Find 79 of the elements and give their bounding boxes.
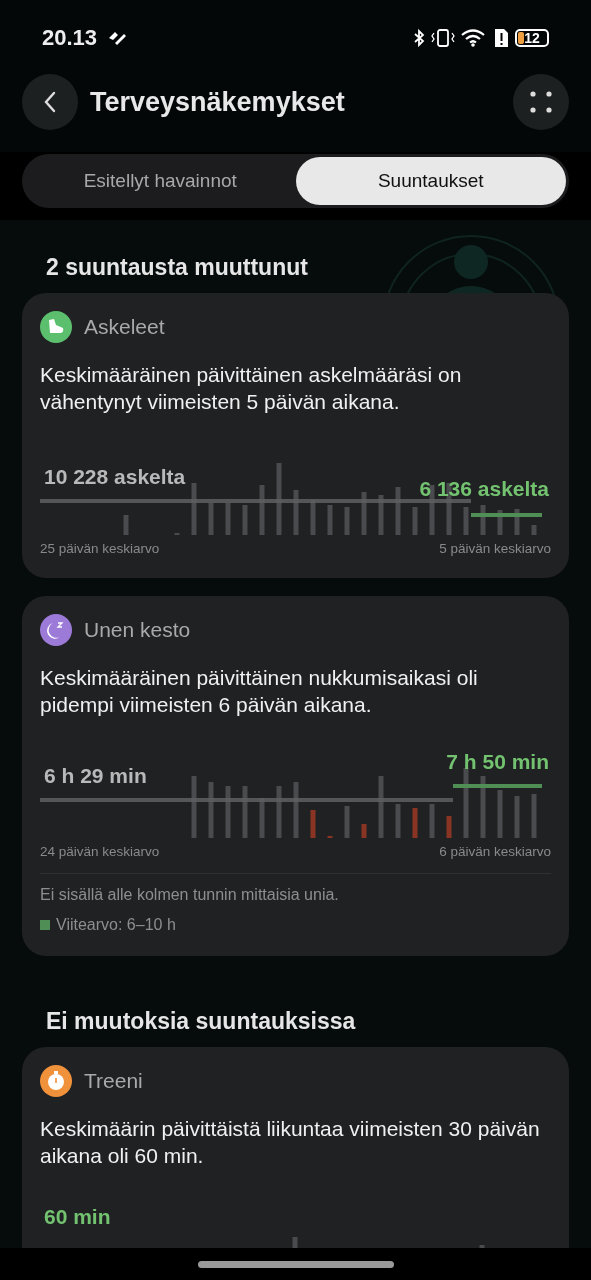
chart-bar [225,786,231,838]
chart-bar [276,463,282,535]
recent-average-value: 7 h 50 min [446,750,549,774]
more-button[interactable] [513,74,569,130]
recent-average-value: 60 min [44,1205,111,1229]
period-caption: 24 päivän keskiarvo [40,844,160,859]
note-text: Ei sisällä alle kolmen tunnin mittaisia unia. [40,886,340,904]
chart-bar [531,794,537,838]
chart-bar [463,768,469,838]
chart-bar [310,500,316,535]
tab[interactable]: Esitellyt havainnot [25,157,296,205]
chart-bar [293,782,299,838]
card-title: Treeni [84,1069,143,1093]
card-title: Unen kesto [84,618,191,642]
section-title: Ei muutoksia suuntauksissa [45,1007,356,1036]
stopwatch-icon [40,1065,72,1097]
chart-bar [242,505,248,535]
card-title: Askeleet [84,315,165,339]
chart-bar [429,485,435,535]
chart-bar [191,776,197,838]
tab[interactable]: Suuntaukset [295,157,566,205]
period-caption: 5 päivän keskiarvo [439,541,551,556]
chart-bar [292,1237,298,1248]
chart-bar [208,503,214,535]
chart-bar [395,487,401,535]
page-title: Terveysnäkemykset [90,86,345,118]
alert-icon [493,28,509,48]
chart-bar [497,790,503,838]
chart-bar [514,796,520,838]
chart-bar [310,810,316,838]
health-app-icon [107,30,128,46]
clock-time: 20.13 [42,25,98,51]
chart-bar [378,495,384,535]
chart-bar [123,515,129,535]
chart-bar [293,490,299,535]
moon-icon [40,614,72,646]
chart-bar [361,824,367,838]
trend-card[interactable] [22,596,569,956]
back-button[interactable] [22,74,78,130]
trend-card[interactable]: Treeni Keskimäärin päivittäistä liikuntaa viimeisten 30 päivän aikana oli 60 min. 60 min [22,1047,569,1248]
wifi-icon [461,29,487,47]
legend-text: Viitearvo: 6–10 h [56,916,176,934]
section-title: 2 suuntausta muuttunut [45,253,308,282]
chart-bar [531,525,537,535]
chart-bar [463,507,469,535]
chart-bar [276,786,282,838]
chart-bar [242,786,248,838]
home-indicator[interactable] [197,1260,394,1268]
chart-bar [395,804,401,838]
chart-bar [259,485,265,535]
average-value: 6 h 29 min [44,764,147,788]
period-caption: 6 päivän keskiarvo [439,844,551,859]
trend-description: Keskimääräinen päivittäinen askelmääräsi on vähentynyt viimeisten 5 päivän aikana. [40,362,463,415]
chart-bar [344,806,350,838]
recent-average-value: 6 136 askelta [419,477,549,501]
chart-bar [208,782,214,838]
chart-bar [480,776,486,838]
trend-description: Keskimääräinen päivittäinen nukkumisaikasi oli pidempi viimeisten 6 päivän aikana. [40,665,479,718]
vibrate-icon [431,29,455,47]
chart-bar [412,507,418,535]
trend-description: Keskimäärin päivittäistä liikuntaa viimeisten 30 päivän aikana oli 60 min. [40,1116,541,1169]
bluetooth-icon [413,29,425,47]
average-value: 10 228 askelta [44,465,186,489]
shoe-icon [40,311,72,343]
battery-indicator: 12 [515,29,549,47]
chart-bar [412,808,418,838]
chart-bar [446,816,452,838]
more-icon [529,90,553,114]
chart-bar [378,776,384,838]
period-caption: 25 päivän keskiarvo [40,541,160,556]
trend-card[interactable]: Askeleet Keskimääräinen päivittäinen askelmääräsi on vähentynyt viimeisten 5 päivän aikana. 10 228 askelta 6 136 askelta 25 päivän keskiarvo 5 päivän keskiarvo [22,293,569,578]
chart-bar [225,503,231,535]
chart-bar [191,483,197,535]
chart-bar [429,804,435,838]
chart-bar [327,505,333,535]
chart-bar [344,507,350,535]
back-icon [43,90,57,114]
chart-bar [361,492,367,535]
legend-swatch [40,920,50,930]
